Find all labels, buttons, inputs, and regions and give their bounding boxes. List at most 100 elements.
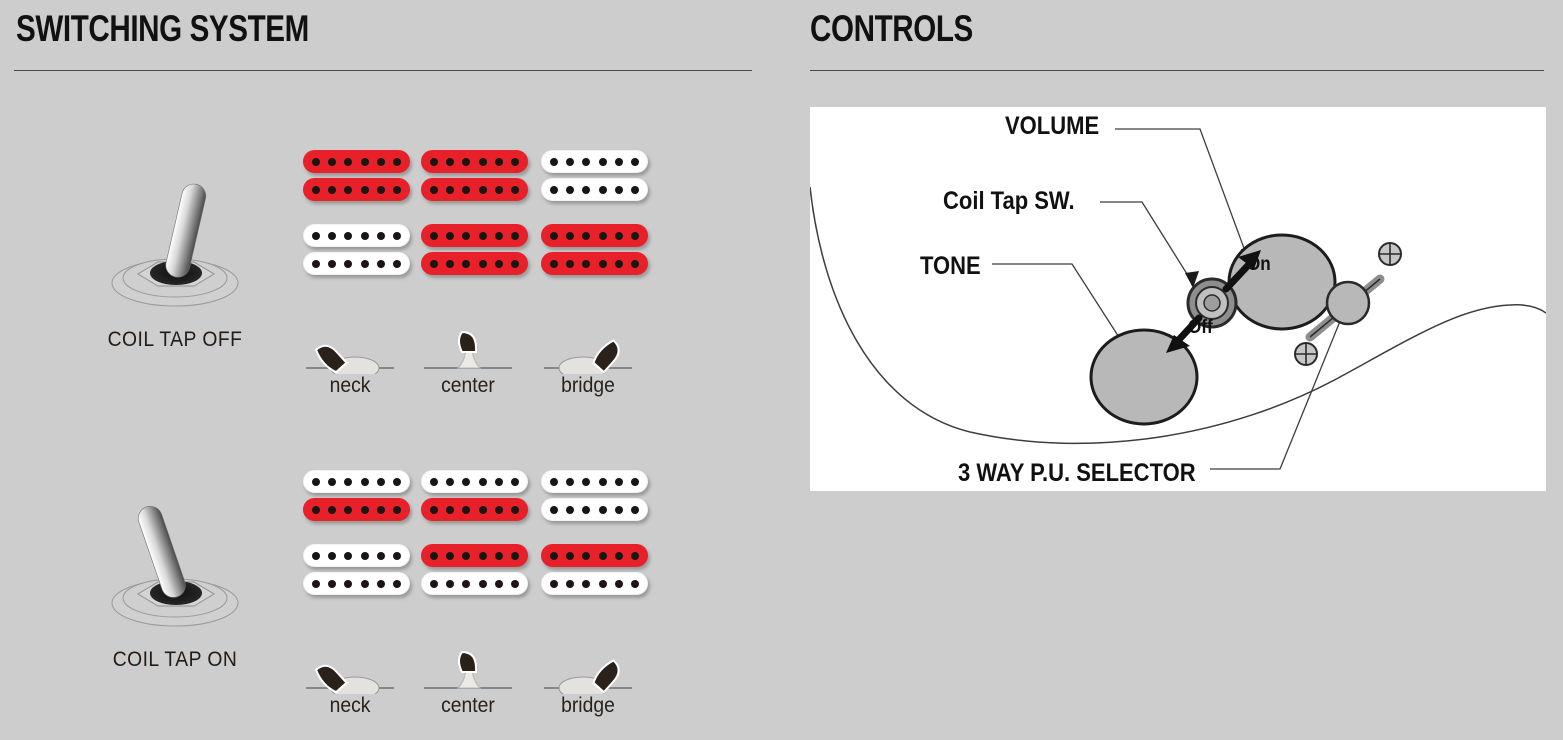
pole-piece xyxy=(376,231,385,240)
switch-position-bridge[interactable]: bridge xyxy=(538,328,638,406)
coil-tap-toggle-off[interactable] xyxy=(98,170,253,320)
pole-piece xyxy=(446,477,455,486)
pole-piece xyxy=(376,551,385,560)
pole-piece xyxy=(478,551,487,560)
switch-label: center xyxy=(441,374,495,397)
pole-piece xyxy=(376,477,385,486)
pickup-coil xyxy=(541,224,648,247)
pole-piece xyxy=(630,231,639,240)
pole-piece xyxy=(360,551,369,560)
pickup-coil xyxy=(421,544,528,567)
pole-piece xyxy=(630,259,639,268)
pole-piece xyxy=(430,231,439,240)
pickup-coil xyxy=(421,470,528,493)
pole-piece xyxy=(344,505,353,514)
pole-piece xyxy=(344,579,353,588)
pole-piece xyxy=(392,231,401,240)
pole-piece xyxy=(344,259,353,268)
switch-position-neck[interactable]: neck xyxy=(300,648,400,726)
pole-piece xyxy=(598,185,607,194)
pickup-coil xyxy=(541,544,648,567)
pole-piece xyxy=(510,157,519,166)
pole-piece xyxy=(614,551,623,560)
pole-piece xyxy=(344,185,353,194)
pole-piece xyxy=(462,259,471,268)
pole-piece xyxy=(478,477,487,486)
pickup-coil xyxy=(421,498,528,521)
pole-piece xyxy=(494,157,503,166)
pole-piece xyxy=(510,185,519,194)
pole-piece xyxy=(510,579,519,588)
pole-piece xyxy=(312,231,321,240)
pole-piece xyxy=(598,579,607,588)
pole-piece xyxy=(614,505,623,514)
pole-piece xyxy=(494,231,503,240)
on-label: On xyxy=(1247,254,1271,275)
pole-piece xyxy=(478,185,487,194)
pole-piece xyxy=(510,477,519,486)
pole-piece xyxy=(312,259,321,268)
pole-piece xyxy=(630,477,639,486)
pole-piece xyxy=(446,579,455,588)
pickup-coil xyxy=(303,178,410,201)
pickup-coil xyxy=(541,178,648,201)
pole-piece xyxy=(566,231,575,240)
pole-piece xyxy=(430,185,439,194)
pole-piece xyxy=(566,505,575,514)
pole-piece xyxy=(344,157,353,166)
neck-pickup xyxy=(303,470,413,522)
left-divider xyxy=(14,70,752,71)
neck-pickup xyxy=(421,470,531,522)
controls-panel: CONTROLS VOLUME Coil Tap SW. TONE On Off… xyxy=(790,0,1563,740)
pole-piece xyxy=(582,505,591,514)
pole-piece xyxy=(494,477,503,486)
switch-label: neck xyxy=(329,374,371,397)
pickup-column-neck xyxy=(303,150,413,276)
switch-position-bridge[interactable]: bridge xyxy=(538,648,638,726)
volume-label: VOLUME xyxy=(1005,112,1100,140)
selector-screw-bottom xyxy=(1294,342,1318,366)
pickup-coil xyxy=(421,150,528,173)
pole-piece xyxy=(510,551,519,560)
pole-piece xyxy=(328,551,337,560)
tone-label: TONE xyxy=(920,252,981,280)
pickup-column-bridge xyxy=(541,470,651,596)
neck-pickup xyxy=(421,150,531,202)
pole-piece xyxy=(478,157,487,166)
neck-pickup xyxy=(541,470,651,522)
pole-piece xyxy=(494,259,503,268)
coil-tap-on-caption: COIL TAP ON xyxy=(112,648,238,671)
switch-label: bridge xyxy=(561,694,615,717)
page-title-controls: CONTROLS xyxy=(810,8,973,49)
pole-piece xyxy=(462,551,471,560)
pole-piece xyxy=(312,477,321,486)
pole-piece xyxy=(360,477,369,486)
pole-piece xyxy=(376,579,385,588)
three-way-switch-row-off: neck center bridge xyxy=(296,328,666,406)
pole-piece xyxy=(360,185,369,194)
pole-piece xyxy=(392,185,401,194)
pole-piece xyxy=(630,505,639,514)
pole-piece xyxy=(462,579,471,588)
pole-piece xyxy=(494,185,503,194)
switch-position-neck[interactable]: neck xyxy=(300,328,400,406)
coil-tap-off-caption: COIL TAP OFF xyxy=(107,328,243,351)
pole-piece xyxy=(630,157,639,166)
pickup-coil xyxy=(303,150,410,173)
pole-piece xyxy=(582,551,591,560)
pole-piece xyxy=(614,185,623,194)
pole-piece xyxy=(630,551,639,560)
page-title-switching: SWITCHING SYSTEM xyxy=(16,8,309,49)
pole-piece xyxy=(344,231,353,240)
pole-piece xyxy=(392,259,401,268)
switch-position-center[interactable]: center xyxy=(418,328,518,406)
pole-piece xyxy=(462,505,471,514)
pole-piece xyxy=(630,185,639,194)
pole-piece xyxy=(566,185,575,194)
switch-label: bridge xyxy=(561,374,615,397)
pole-piece xyxy=(328,231,337,240)
switch-position-center[interactable]: center xyxy=(418,648,518,726)
pole-piece xyxy=(376,157,385,166)
bridge-pickup xyxy=(303,224,413,276)
coil-tap-toggle-on[interactable] xyxy=(98,490,253,640)
